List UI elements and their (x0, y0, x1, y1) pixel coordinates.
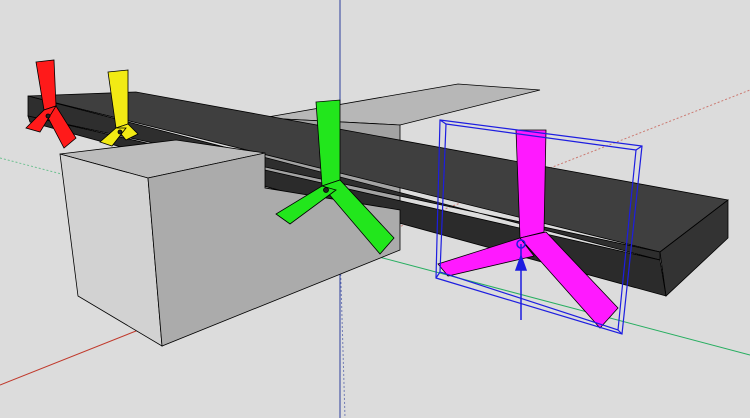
blue-axis-dotted (339, 249, 346, 418)
3d-scene[interactable] (0, 0, 750, 418)
modeling-viewport[interactable] (0, 0, 750, 418)
